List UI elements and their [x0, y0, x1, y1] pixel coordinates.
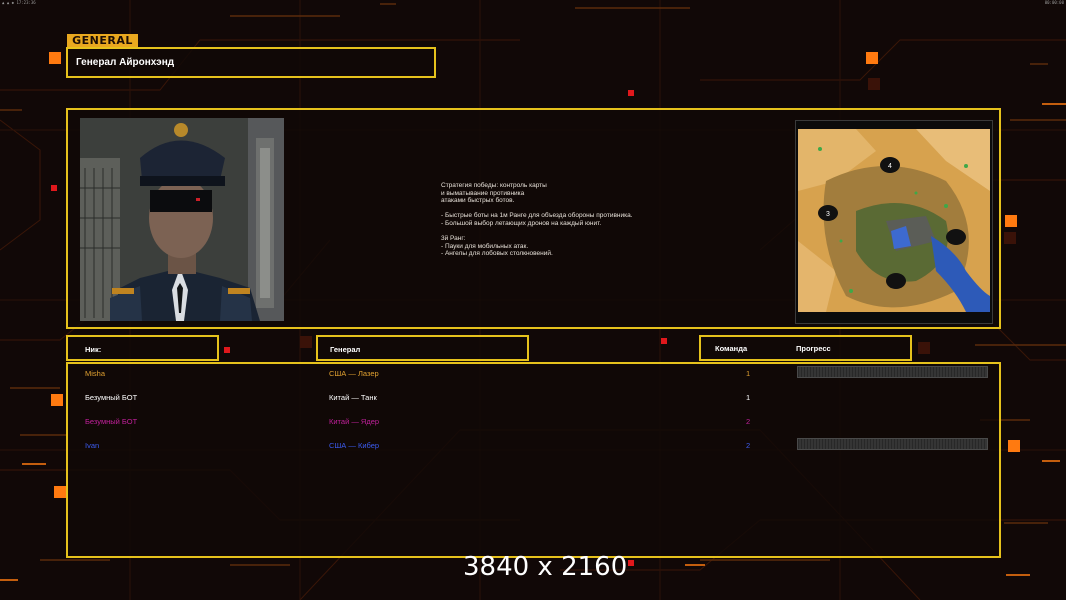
team-header-label: Команда — [715, 344, 748, 353]
player-progress-bar — [797, 366, 988, 378]
player-nick: Ivan — [85, 441, 100, 450]
general-info-panel: Стратегия победы: контроль карты и выматы… — [66, 108, 1001, 329]
general-title: Генерал Айронхэнд — [76, 57, 175, 68]
resolution-label: 3840 x 2160 — [463, 552, 628, 582]
player-nick: Безумный БОТ — [85, 393, 138, 402]
player-general: США — Кибер — [329, 441, 380, 450]
map-preview: 4 3 — [795, 120, 993, 324]
status-indicators: ▲ ▲ ◆ 17:23:36 — [2, 0, 36, 5]
base-4-label: 4 — [888, 163, 892, 170]
player-team: 1 — [746, 393, 751, 402]
general-portrait — [80, 118, 284, 321]
general-column-header: Генерал — [316, 335, 529, 361]
player-general: Китай — Ядер — [329, 417, 380, 426]
description-line: 3й Ранг: — [441, 235, 466, 243]
nick-header-label: Ник: — [85, 345, 102, 354]
player-nick: Misha — [85, 369, 106, 378]
description-line: Стратегия победы: контроль карты — [441, 182, 547, 189]
player-progress-bar — [797, 438, 988, 450]
team-progress-column-header: Команда Прогресс — [699, 335, 912, 361]
description-line: - Большой выбор летающих дронов на кажды… — [441, 219, 602, 227]
player-nick: Безумный БОТ — [85, 417, 138, 426]
general-description: Стратегия победы: контроль карты и выматы… — [441, 182, 633, 258]
general-header-label: Генерал — [330, 345, 361, 354]
description-line: - Ангелы для лобовых столкновений. — [441, 250, 553, 258]
nick-column-header: Ник: — [66, 335, 219, 361]
player-team: 2 — [746, 417, 751, 426]
base-3-label: 3 — [826, 211, 830, 218]
player-general: Китай — Танк — [329, 393, 377, 402]
players-list — [66, 362, 1001, 558]
progress-header-label: Прогресс — [796, 344, 831, 353]
general-title-box: Генерал Айронхэнд — [66, 47, 436, 78]
player-team: 2 — [746, 441, 751, 450]
description-line: - Быстрые боты на 1м Ранге для объезда о… — [441, 212, 633, 220]
player-general: США — Лазер — [329, 369, 379, 378]
player-team: 1 — [746, 369, 751, 378]
description-line: атаками быстрых ботов. — [441, 197, 515, 205]
clock-readout: 00:00:00 — [1044, 0, 1064, 5]
description-line — [441, 228, 633, 236]
general-logo: GENERAL — [67, 34, 138, 48]
